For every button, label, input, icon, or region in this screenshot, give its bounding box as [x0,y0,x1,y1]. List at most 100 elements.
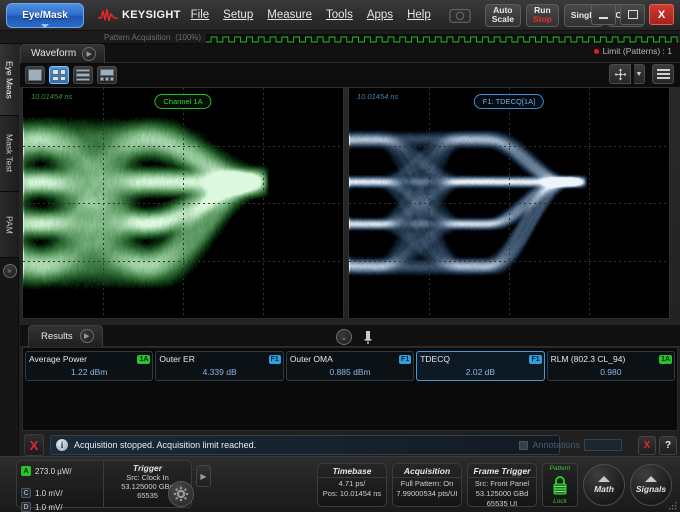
sidebar-tab-eye-meas[interactable]: Eye Meas [0,44,19,116]
channel-plot-badge[interactable]: Channel 1A [154,94,211,109]
close-button[interactable]: X [649,4,674,25]
result-card-outer-er[interactable]: Outer ER F1 4.339 dB [155,351,283,381]
math-knob-button[interactable]: Math [583,464,625,506]
channel-row-d[interactable]: D 1.0 mV/ [21,500,103,512]
camera-icon[interactable] [449,6,471,24]
channel-scale: 1.0 mV/ [35,489,63,498]
pan-move-button[interactable] [609,64,631,84]
timebase-panel[interactable]: Timebase 4.71 ps/ Pos: 10.01454 ns [317,463,387,507]
tab-results[interactable]: Results ▶ [28,325,103,347]
signals-knob-button[interactable]: Signals [630,464,672,506]
result-card-average-power[interactable]: Average Power 1A 1.22 dBm [25,351,153,381]
tdecq-plot-time-label: 10.01454 ns [357,92,398,101]
result-card-tdecq[interactable]: TDECQ F1 2.02 dB [416,351,544,381]
layout-one-over-three-button[interactable] [97,66,117,84]
maximize-button[interactable] [620,4,645,25]
menu-measure[interactable]: Measure [267,9,312,21]
menu-help[interactable]: Help [407,9,431,21]
bottom-right-group: Timebase 4.71 ps/ Pos: 10.01454 ns Acqui… [317,460,672,510]
menu-tools[interactable]: Tools [326,9,353,21]
tdecq-plot-badge[interactable]: F1: TDECQ[1A] [474,94,544,109]
tab-waveform-label: Waveform [31,48,76,59]
results-card-list: Average Power 1A 1.22 dBm Outer ER F1 4.… [23,348,677,384]
tdecq-eye-plot[interactable]: 10.01454 ns F1: TDECQ[1A] [348,87,670,319]
result-value: 0.885 dBm [287,366,413,377]
close-icon: X [658,9,665,21]
source-chip: F1 [269,355,281,364]
pan-move-icon [614,68,627,81]
result-value: 0.980 [548,366,674,377]
help-button[interactable]: ? [659,436,677,455]
padlock-icon [551,475,569,495]
auto-scale-button[interactable]: Auto Scale [485,4,521,27]
annotations-field[interactable] [584,439,622,451]
triangle-up-icon [598,476,610,482]
chevron-down-circle-icon[interactable]: ⌄ [336,329,352,345]
chevron-right-icon: » [3,264,17,278]
channel-list: A 273.0 µW/ C 1.0 mV/ D 1.0 mV/ [17,461,103,507]
hamburger-menu-icon [657,73,670,75]
bottom-expand-button[interactable]: ▶ [196,465,211,487]
status-close-button[interactable]: X [638,436,656,455]
trigger-rate: 53.125000 GBd [121,482,174,491]
gear-icon [173,486,189,502]
play-icon[interactable]: ▶ [80,329,94,343]
minimize-button[interactable] [591,4,616,25]
frame-trigger-source: Src: Front Panel [475,479,529,488]
annotations-control[interactable]: Annotations [519,435,622,455]
resize-grip-icon[interactable] [669,502,677,510]
eye-mask-app-button[interactable]: Eye/Mask [6,3,84,28]
info-icon: i [56,439,68,451]
pattern-lock-top-label: Pattern [550,465,571,472]
menu-file[interactable]: File [191,9,210,21]
result-name: RLM (802.3 CL_94) [551,354,626,364]
acquisition-panel[interactable]: Acquisition Full Pattern: On 7.99000534 … [392,463,462,507]
annotations-checkbox[interactable] [519,441,528,450]
frame-trigger-rate: 53.125000 GBd [476,489,529,498]
acquisition-title: Acquisition [393,466,461,478]
keysight-eye-mask-app: Eye/Mask KEYSIGHT File Setup Measure Too… [0,0,680,512]
layout-cell [105,77,109,81]
play-icon[interactable]: ▶ [82,47,96,61]
frame-trigger-length: 65535 UI [487,499,517,508]
status-message-text: Acquisition stopped. Acquisition limit r… [74,440,256,450]
status-message-box: i Acquisition stopped. Acquisition limit… [50,435,560,455]
timebase-title: Timebase [318,466,386,478]
trigger-source: Src: Clock In [126,473,169,482]
waveform-toolbar-right: ▼ [609,64,674,84]
layout-single-button[interactable] [25,66,45,84]
layout-quad-button[interactable] [49,66,69,84]
layout-rows-button[interactable] [73,66,93,84]
math-knob-label: Math [594,484,614,494]
acquisition-points: 7.99000534 pts/UI [396,489,457,498]
run-stop-button[interactable]: Run Stop [526,4,559,27]
stop-acquisition-button[interactable]: X [24,434,44,456]
channel-eye-plot[interactable]: 10.01454 ns Channel 1A [22,87,344,319]
chevron-right-icon: ▶ [200,472,206,481]
settings-button[interactable] [168,481,194,507]
menu-setup[interactable]: Setup [223,9,253,21]
timebase-position: Pos: 10.01454 ns [323,489,381,498]
waveform-menu-button[interactable] [652,64,674,84]
pattern-acquisition-percent: (100%) [175,33,201,42]
channel-scale: 273.0 µW/ [35,467,72,476]
channel-row-a[interactable]: A 273.0 µW/ [21,464,103,478]
result-name: Average Power [29,354,87,364]
result-card-outer-oma[interactable]: Outer OMA F1 0.885 dBm [286,351,414,381]
sidebar-tab-pam[interactable]: PAM [0,192,19,258]
pan-options-button[interactable]: ▼ [634,64,645,84]
frame-trigger-panel[interactable]: Frame Trigger Src: Front Panel 53.125000… [467,463,537,507]
tab-waveform[interactable]: Waveform ▶ [20,44,105,63]
channel-row-c[interactable]: C 1.0 mV/ [21,486,103,500]
sidebar-tab-mask-test[interactable]: Mask Test [0,116,19,192]
eye-mask-label: Eye/Mask [22,10,68,21]
pattern-lock-indicator[interactable]: Pattern Lock [542,463,578,507]
menu-apps[interactable]: Apps [367,9,393,21]
sidebar-expand-button[interactable]: » [0,258,19,284]
signals-knob-label: Signals [636,484,666,494]
source-chip: 1A [137,355,150,364]
maximize-icon [628,10,638,19]
pin-icon[interactable] [364,331,372,344]
bottom-status-bar: A 273.0 µW/ C 1.0 mV/ D 1.0 mV/ Trigger … [0,456,680,512]
result-card-rlm[interactable]: RLM (802.3 CL_94) 1A 0.980 [547,351,675,381]
